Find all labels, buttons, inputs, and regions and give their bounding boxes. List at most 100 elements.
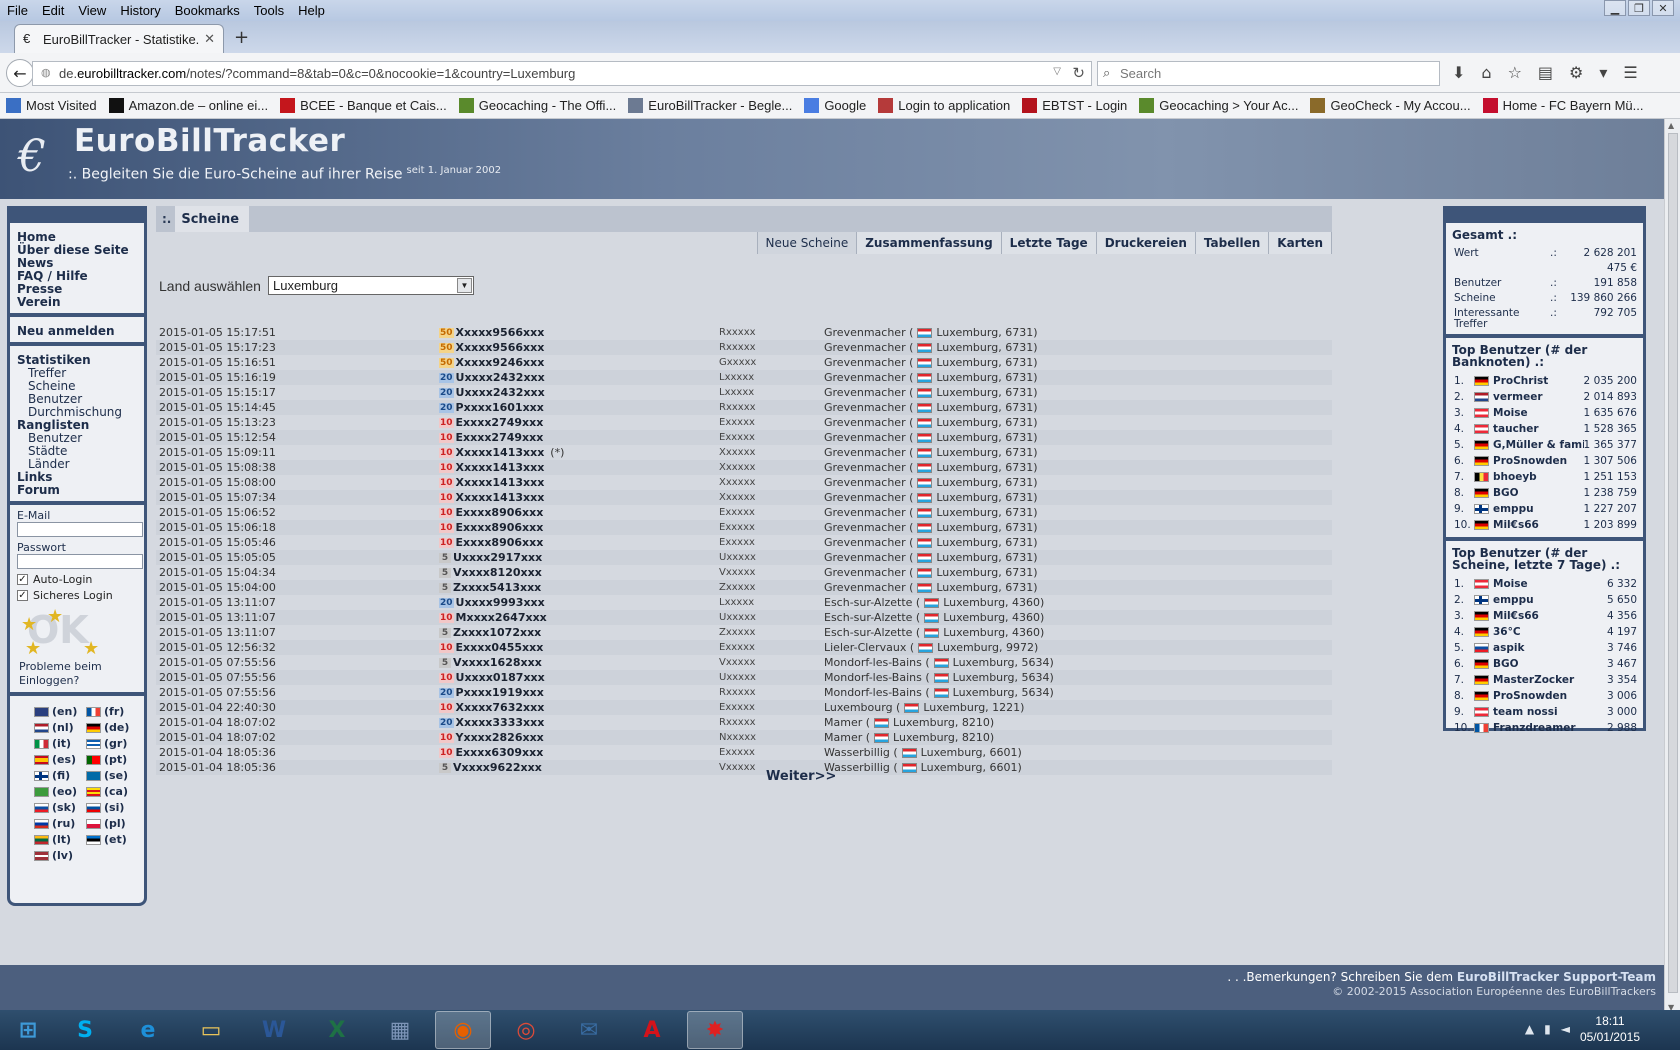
ok-login-button[interactable]: OK ★ ★ ★ ★ <box>21 606 137 660</box>
bookmark-item[interactable]: EuroBillTracker - Begle... <box>628 98 792 113</box>
nav-link[interactable]: Verein <box>17 296 137 309</box>
language-option[interactable]: (en) <box>34 704 82 719</box>
internet-explorer-app[interactable]: e <box>120 1011 176 1049</box>
subtab[interactable]: Neue Scheine <box>756 232 858 254</box>
table-row[interactable]: 2015-01-05 15:09:11 10 Xxxxx1413xxx (*) Xxxx… <box>156 445 1332 460</box>
table-row[interactable]: 2015-01-05 13:11:07 10 Mxxxx2647xxx Uxxxxx E… <box>156 610 1332 625</box>
scrollbar-thumb[interactable] <box>1668 133 1678 993</box>
reload-icon[interactable]: ↻ <box>1072 64 1085 82</box>
note-serial[interactable]: Xxxxx3333xxx <box>456 716 545 729</box>
user-name-link[interactable]: BGO <box>1493 487 1584 499</box>
subtab[interactable]: Zusammenfassung <box>856 232 1002 254</box>
language-option[interactable]: (se) <box>86 768 134 783</box>
user-name-link[interactable]: team nossi <box>1493 706 1607 718</box>
hamburger-menu-icon[interactable]: ☰ <box>1623 63 1637 82</box>
note-serial[interactable]: Exxxx6309xxx <box>456 746 544 759</box>
note-serial[interactable]: Uxxxx2432xxx <box>456 386 545 399</box>
note-serial[interactable]: Xxxxx9566xxx <box>456 326 545 339</box>
bookmark-item[interactable]: Geocaching - The Offi... <box>458 98 616 113</box>
table-row[interactable]: 2015-01-05 15:06:18 10 Exxxx8906xxx Exxxxx G… <box>156 520 1332 535</box>
table-row[interactable]: 2015-01-05 15:05:05 5 Uxxxx2917xxx Uxxxxx Gr… <box>156 550 1332 565</box>
table-row[interactable]: 2015-01-05 15:07:34 10 Xxxxx1413xxx Xxxxxx G… <box>156 490 1332 505</box>
menu-help[interactable]: Help <box>291 3 332 18</box>
support-team-link[interactable]: EuroBillTracker Support-Team <box>1457 970 1656 984</box>
language-option[interactable]: (gr) <box>86 736 134 751</box>
table-row[interactable]: 2015-01-05 15:15:17 20 Uxxxx2432xxx Lxxxxx G… <box>156 385 1332 400</box>
search-input[interactable]: ⌕ Search <box>1097 61 1440 86</box>
user-name-link[interactable]: emppu <box>1493 503 1584 515</box>
user-name-link[interactable]: vermeer <box>1493 391 1584 403</box>
menu-file[interactable]: File <box>0 3 35 18</box>
note-serial[interactable]: Vxxxx9622xxx <box>453 761 542 774</box>
bookmark-item[interactable]: Geocaching > Your Ac... <box>1139 98 1298 113</box>
user-name-link[interactable]: 36°C <box>1493 626 1607 638</box>
language-option[interactable]: (lt) <box>34 832 82 847</box>
user-name-link[interactable]: Mil€s66 <box>1493 610 1607 622</box>
password-field[interactable] <box>17 554 143 569</box>
user-name-link[interactable]: Mil€s66 <box>1493 519 1584 531</box>
user-name-link[interactable]: ProChrist <box>1493 375 1584 387</box>
country-select[interactable]: Luxemburg ▼ <box>267 276 474 295</box>
table-row[interactable]: 2015-01-05 15:16:19 20 Uxxxx2432xxx Lxxxxx G… <box>156 370 1332 385</box>
firefox-app[interactable]: ◉ <box>435 1011 491 1049</box>
language-option[interactable]: (de) <box>86 720 134 735</box>
note-serial[interactable]: Uxxxx2432xxx <box>456 371 545 384</box>
table-row[interactable]: 2015-01-05 15:17:23 50 Xxxxx9566xxx Rxxxxx G… <box>156 340 1332 355</box>
table-row[interactable]: 2015-01-05 15:06:52 10 Exxxx8906xxx Exxxxx G… <box>156 505 1332 520</box>
bookmark-item[interactable]: Google <box>804 98 866 113</box>
table-row[interactable]: 2015-01-05 15:05:46 10 Exxxx8906xxx Exxxxx G… <box>156 535 1332 550</box>
language-option[interactable]: (nl) <box>34 720 82 735</box>
language-option[interactable]: (it) <box>34 736 82 751</box>
menu-view[interactable]: View <box>71 3 113 18</box>
note-serial[interactable]: Vxxxx1628xxx <box>453 656 542 669</box>
language-option[interactable]: (fi) <box>34 768 82 783</box>
note-serial[interactable]: Exxxx2749xxx <box>456 416 544 429</box>
bookmark-item[interactable]: BCEE - Banque et Cais... <box>280 98 447 113</box>
user-name-link[interactable]: G,Müller & family <box>1493 439 1584 451</box>
acrobat-app[interactable]: A <box>624 1011 680 1049</box>
file-explorer-app[interactable]: ▭ <box>183 1011 239 1049</box>
table-row[interactable]: 2015-01-04 18:07:02 10 Yxxxx2826xxx Nxxxxx M… <box>156 730 1332 745</box>
note-serial[interactable]: Pxxxx1601xxx <box>456 401 544 414</box>
user-name-link[interactable]: Franzdreamer <box>1493 722 1607 734</box>
login-problems-link[interactable]: Probleme beim Einloggen? <box>17 660 137 688</box>
menu-tools[interactable]: Tools <box>247 3 291 18</box>
user-name-link[interactable]: ProSnowden <box>1493 690 1607 702</box>
table-row[interactable]: 2015-01-05 15:17:51 50 Xxxxx9566xxx Rxxxxx G… <box>156 325 1332 340</box>
table-row[interactable]: 2015-01-05 13:11:07 20 Uxxxx9993xxx Lxxxxx E… <box>156 595 1332 610</box>
language-option[interactable]: (lv) <box>34 848 82 863</box>
excel-app[interactable]: X <box>309 1011 365 1049</box>
subtab[interactable]: Karten <box>1268 232 1332 254</box>
bookmark-item[interactable]: Amazon.de – online ei... <box>108 98 268 113</box>
user-name-link[interactable]: emppu <box>1493 594 1607 606</box>
table-row[interactable]: 2015-01-04 18:07:02 20 Xxxxx3333xxx Rxxxxx M… <box>156 715 1332 730</box>
note-serial[interactable]: Uxxxx2917xxx <box>453 551 542 564</box>
bookmark-item[interactable]: Most Visited <box>6 98 97 113</box>
browser-tab-active[interactable]: € EuroBillTracker - Statistike... ✕ <box>14 24 224 53</box>
bookmark-item[interactable]: Login to application <box>878 98 1010 113</box>
user-name-link[interactable]: aspik <box>1493 642 1607 654</box>
subtab[interactable]: Tabellen <box>1194 232 1270 254</box>
menu-history[interactable]: History <box>113 3 167 18</box>
note-serial[interactable]: Vxxxx8120xxx <box>453 566 542 579</box>
table-row[interactable]: 2015-01-05 15:13:23 10 Exxxx2749xxx Exxxxx G… <box>156 415 1332 430</box>
chrome-app[interactable]: ◎ <box>498 1011 554 1049</box>
table-row[interactable]: 2015-01-04 18:05:36 10 Exxxx6309xxx Exxxxx W… <box>156 745 1332 760</box>
table-row[interactable]: 2015-01-05 15:04:34 5 Vxxxx8120xxx Vxxxxx Gr… <box>156 565 1332 580</box>
note-serial[interactable]: Xxxxx7632xxx <box>456 701 545 714</box>
volume-icon[interactable]: ◄ <box>1561 1022 1570 1036</box>
user-name-link[interactable]: taucher <box>1493 423 1584 435</box>
thunderbird-app[interactable]: ✉ <box>561 1011 617 1049</box>
menu-dropdown-icon[interactable]: ▾ <box>1599 63 1607 82</box>
system-clock[interactable]: 18:11 05/01/2015 <box>1580 1013 1640 1045</box>
back-arrow-icon[interactable]: ← <box>6 59 34 87</box>
reading-list-icon[interactable]: ▤ <box>1538 63 1553 82</box>
menu-edit[interactable]: Edit <box>35 3 71 18</box>
bookmark-star-icon[interactable]: ☆ <box>1508 63 1522 82</box>
language-option[interactable]: (ru) <box>34 816 82 831</box>
note-serial[interactable]: Exxxx8906xxx <box>456 506 544 519</box>
subtab[interactable]: Druckereien <box>1095 232 1196 254</box>
vertical-scrollbar[interactable]: ▲ ▼ <box>1664 119 1680 1014</box>
note-serial[interactable]: Uxxxx0187xxx <box>456 671 545 684</box>
word-app[interactable]: W <box>246 1011 302 1049</box>
